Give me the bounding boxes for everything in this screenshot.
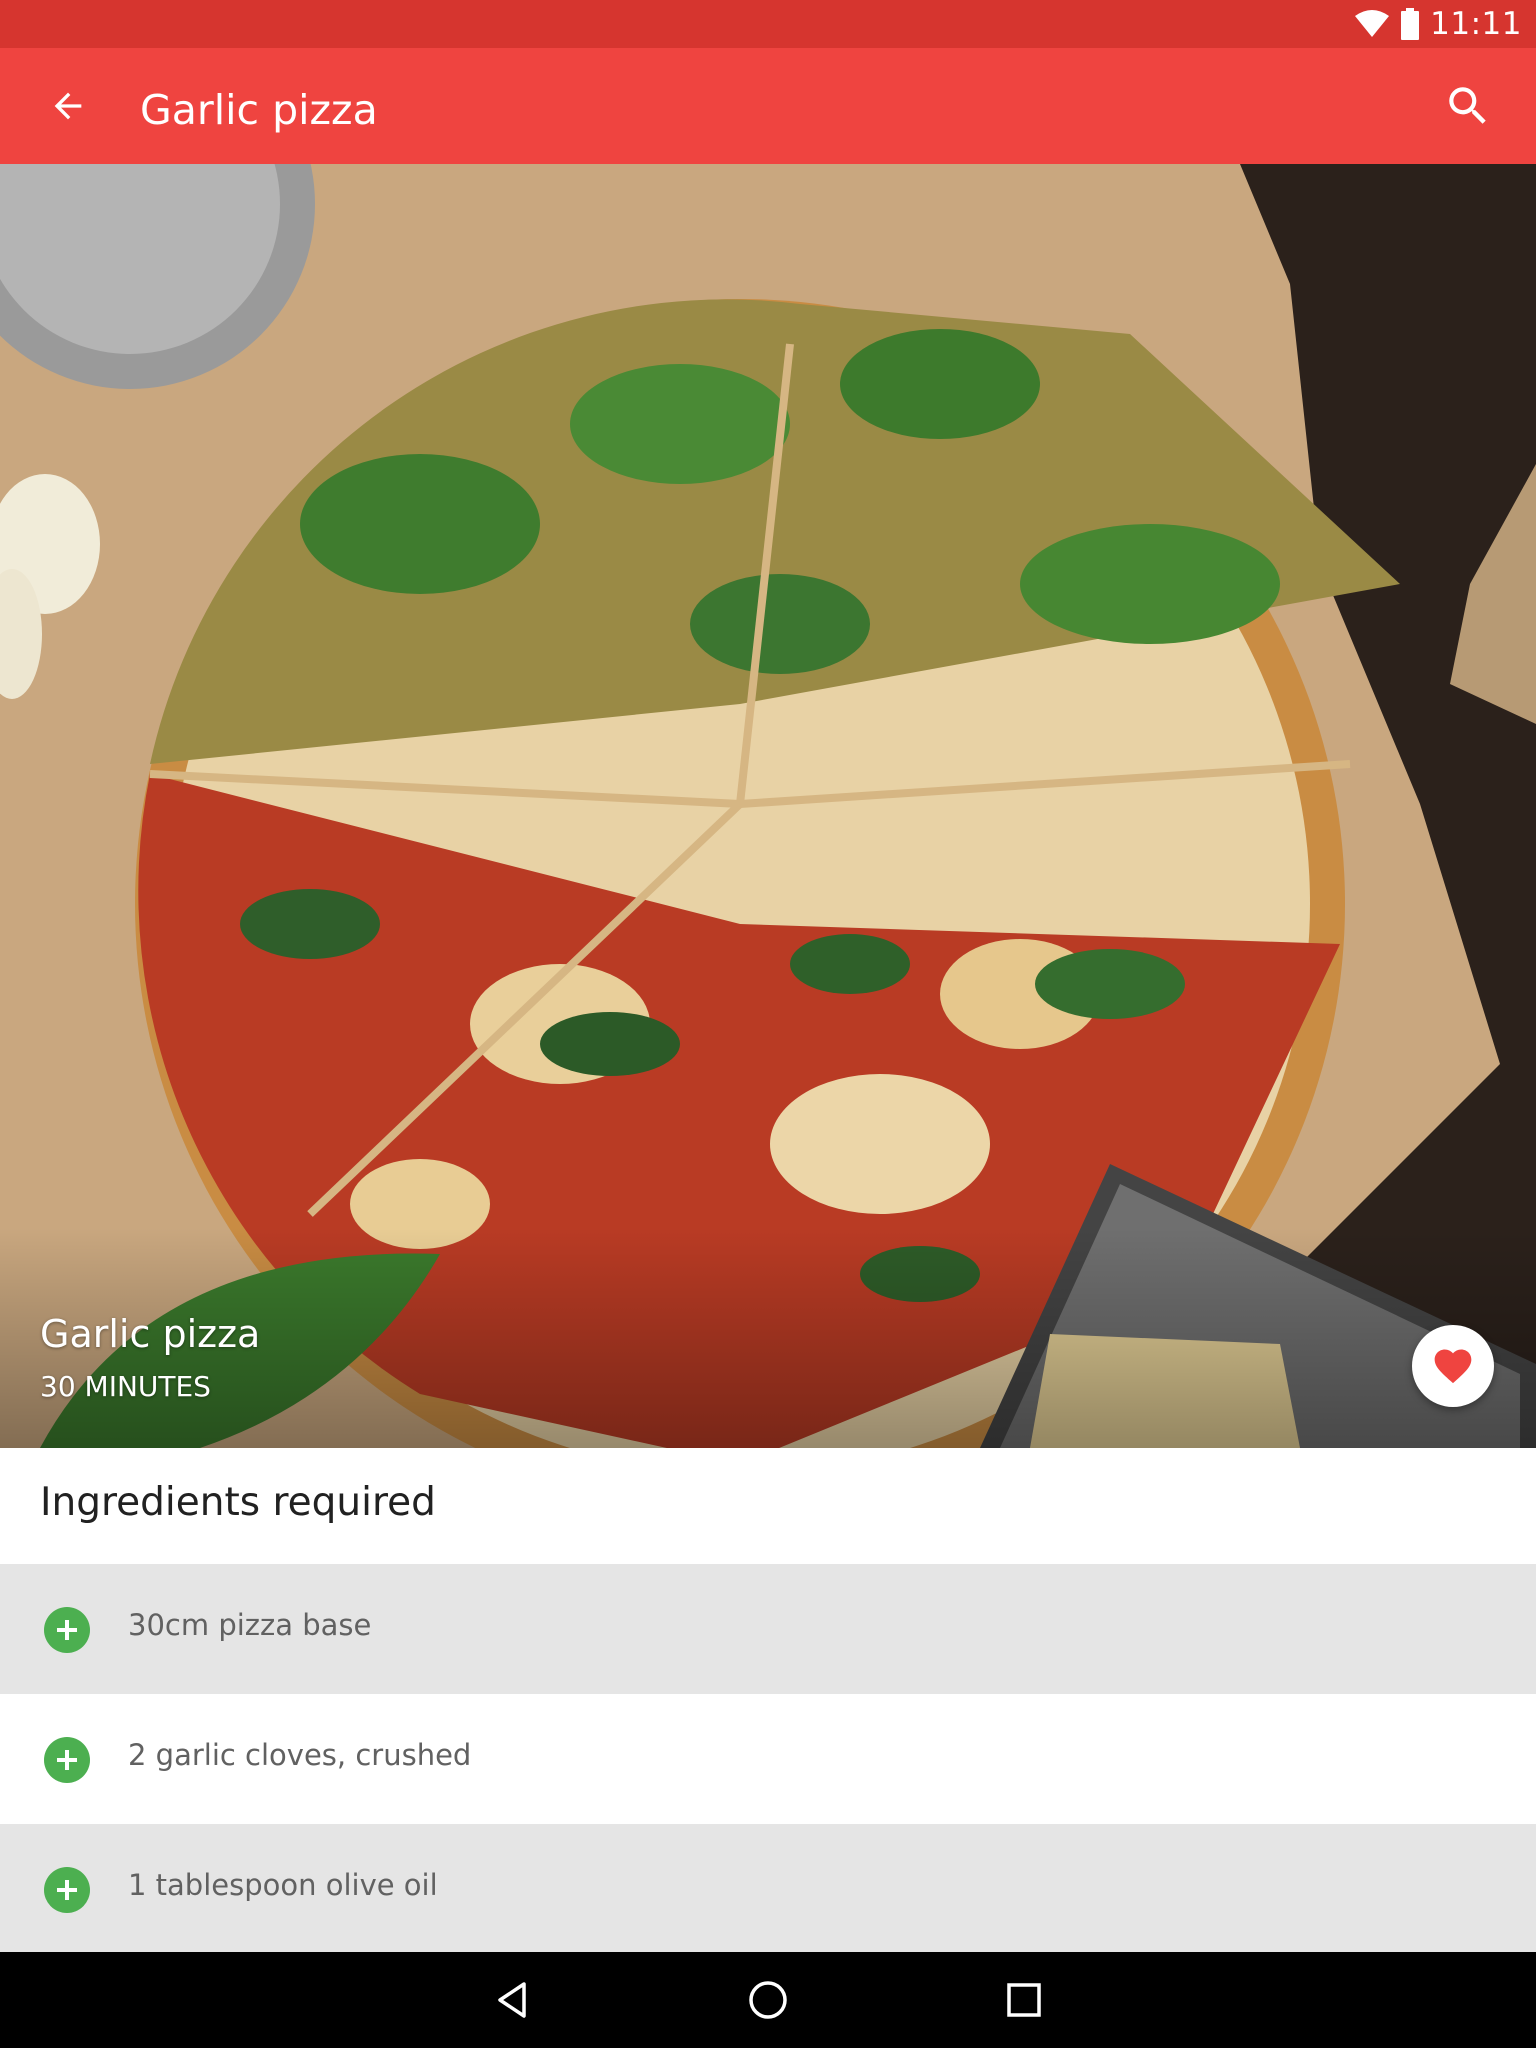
plus-icon [57, 1750, 77, 1770]
system-nav-bar [0, 1952, 1536, 2048]
ingredient-label: 1 tablespoon olive oil [128, 1868, 438, 1902]
recipe-hero-image[interactable]: Garlic pizza 30 MINUTES [0, 164, 1536, 1448]
favorite-button[interactable] [1412, 1325, 1494, 1407]
ingredients-header: Ingredients required [0, 1448, 1536, 1564]
heart-icon [1434, 1349, 1472, 1384]
home-circle-icon [749, 1981, 787, 2019]
ingredient-row[interactable]: 2 garlic cloves, crushed [0, 1694, 1536, 1824]
back-triangle-icon [498, 1982, 526, 2018]
ingredients-heading: Ingredients required [40, 1480, 436, 1525]
arrow-back-icon [54, 92, 82, 120]
wifi-icon [1355, 10, 1390, 37]
nav-back-button[interactable] [482, 1970, 542, 2030]
app-title: Garlic pizza [140, 86, 378, 134]
status-bar: 11:11 [0, 0, 1536, 48]
add-circle-icon[interactable] [44, 1867, 90, 1913]
ingredient-label: 2 garlic cloves, crushed [128, 1738, 472, 1772]
ingredient-label: 30cm pizza base [128, 1608, 372, 1642]
status-time: 11:11 [1430, 6, 1522, 42]
plus-icon [57, 1620, 77, 1640]
add-circle-icon[interactable] [44, 1737, 90, 1783]
battery-icon [1401, 8, 1420, 40]
add-circle-icon[interactable] [44, 1607, 90, 1653]
search-icon [1449, 87, 1486, 124]
status-icons: 11:11 [1354, 6, 1522, 42]
plus-icon [57, 1880, 77, 1900]
nav-recents-button[interactable] [994, 1970, 1054, 2030]
search-button[interactable] [1436, 74, 1500, 138]
recipe-title: Garlic pizza [40, 1312, 261, 1356]
ingredient-row[interactable]: 1 tablespoon olive oil [0, 1824, 1536, 1954]
recipe-duration: 30 MINUTES [40, 1370, 211, 1403]
nav-home-button[interactable] [738, 1970, 798, 2030]
recents-square-icon [1007, 1983, 1041, 2017]
back-button[interactable] [36, 74, 100, 138]
app-bar: Garlic pizza [0, 48, 1536, 164]
ingredient-row[interactable]: 30cm pizza base [0, 1564, 1536, 1694]
